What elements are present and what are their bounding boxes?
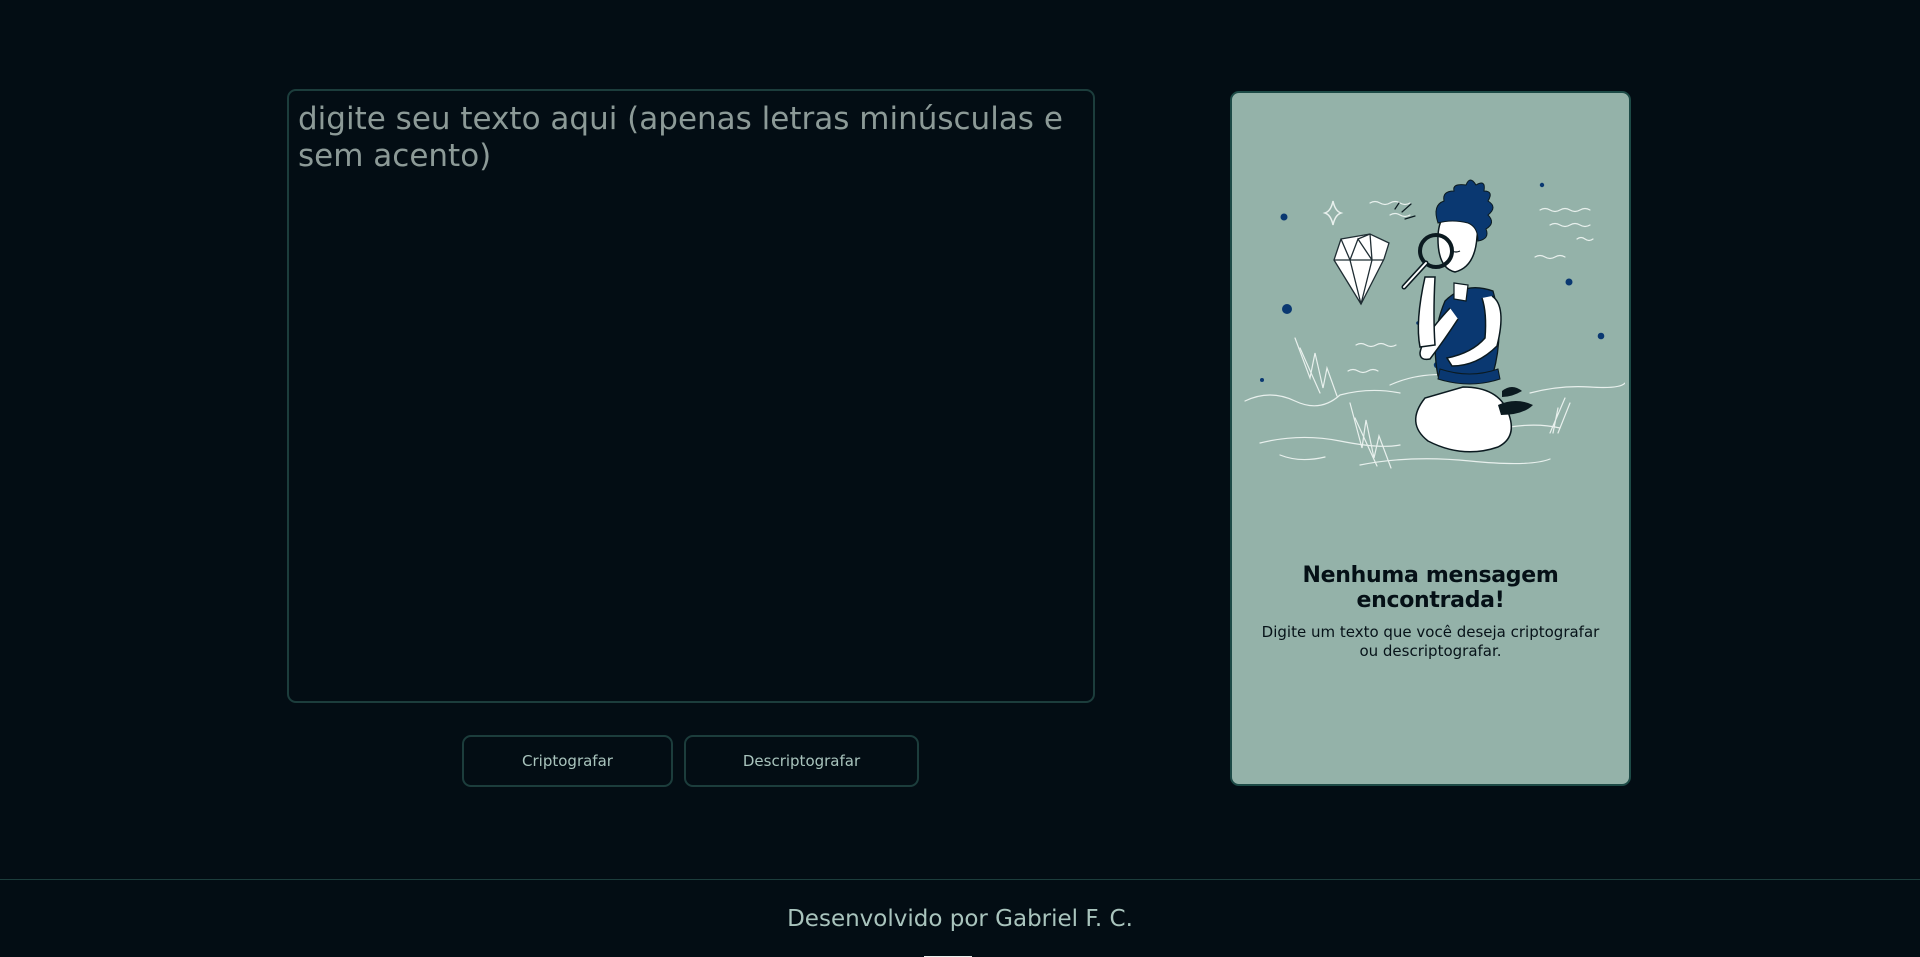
text-input[interactable] (287, 89, 1095, 703)
footer: Desenvolvido por Gabriel F. C. (0, 879, 1920, 957)
no-message-title: Nenhuma mensagem encontrada! (1302, 563, 1559, 613)
no-message-description: Digite um texto que você deseja criptogr… (1261, 623, 1600, 660)
page: Criptografar Descriptografar (0, 0, 1920, 957)
person-with-magnifying-glass-illustration (1244, 179, 1625, 469)
footer-credit: Desenvolvido por Gabriel F. C. (787, 906, 1133, 932)
decrypt-button[interactable]: Descriptografar (684, 735, 919, 787)
encrypt-button[interactable]: Criptografar (462, 735, 673, 787)
result-panel: Nenhuma mensagem encontrada! Digite um t… (1230, 91, 1631, 786)
